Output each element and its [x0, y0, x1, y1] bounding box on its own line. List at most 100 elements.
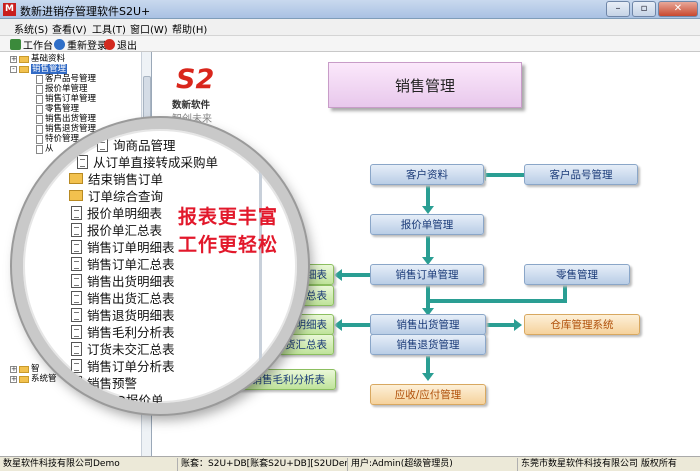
flow-sales-order[interactable]: 销售订单管理	[370, 264, 484, 285]
arrow-line	[426, 185, 430, 207]
tree-item-smart[interactable]: + 智	[10, 364, 40, 374]
brand-company: 数新软件	[172, 100, 211, 111]
document-icon	[71, 324, 82, 339]
tree-item-system-management[interactable]: + 系统管	[10, 374, 57, 384]
arrow-head-icon	[514, 319, 522, 331]
flow-return[interactable]: 销售退货管理	[370, 334, 486, 355]
flow-customer-data[interactable]: 客户资料	[370, 164, 484, 185]
document-icon	[97, 137, 108, 152]
tree-item-shipment[interactable]: 销售出货管理	[36, 114, 96, 124]
tree-item-retail[interactable]: 零售管理	[36, 104, 79, 114]
maximize-button[interactable]: ▫	[632, 1, 656, 17]
brand-logo: S2	[176, 64, 215, 95]
folder-icon	[69, 190, 83, 201]
document-icon	[36, 104, 43, 114]
flow-shipment[interactable]: 销售出货管理	[370, 314, 486, 335]
tree-item-label: 基础资料	[31, 54, 66, 64]
tree-item-label: 销售管理	[31, 64, 68, 74]
folder-icon	[19, 55, 29, 63]
tree-item-sales-management[interactable]: - 销售管理	[10, 64, 68, 74]
document-icon	[71, 375, 82, 390]
document-icon	[71, 341, 82, 356]
relogin-button[interactable]: 重新登录	[54, 37, 107, 52]
relogin-label: 重新登录	[67, 41, 107, 52]
arrow-head-icon	[422, 373, 434, 381]
document-icon	[36, 144, 43, 154]
tree-item-special-price[interactable]: 特价管理	[36, 134, 79, 144]
document-icon	[36, 84, 43, 94]
menu-help[interactable]: 帮助(H)	[172, 21, 207, 36]
arrow-line	[426, 356, 430, 374]
flow-retail[interactable]: 零售管理	[524, 264, 630, 285]
tree-item-label: 零售管理	[45, 104, 80, 114]
expand-icon[interactable]: +	[10, 375, 17, 383]
folder-icon	[69, 173, 83, 184]
document-icon	[77, 154, 88, 169]
module-title-banner: 销售管理	[328, 62, 522, 108]
tree-item-label: 从	[45, 144, 54, 154]
document-icon	[36, 74, 43, 84]
promo-line-1: 报表更丰富	[178, 206, 279, 228]
document-icon	[36, 94, 43, 104]
exit-label: 退出	[117, 41, 137, 52]
expand-icon[interactable]: +	[10, 365, 17, 373]
arrow-line	[430, 299, 567, 303]
arrow-head-icon	[334, 319, 342, 331]
status-company: 数星软件科技有限公司Demo	[0, 458, 178, 471]
tree-item-from[interactable]: 从	[36, 144, 54, 154]
magnifier-lens: 询商品管理 从订单直接转成采购单 结束销售订单 订单综合查询 报价单明细表 报价…	[12, 118, 308, 414]
flow-quote[interactable]: 报价单管理	[370, 214, 484, 235]
menu-window[interactable]: 窗口(W)	[130, 21, 168, 36]
tree-item-sales-order[interactable]: 销售订单管理	[36, 94, 96, 104]
title-bar: M 数新进销存管理软件S2U+ – ▫ ✕	[0, 0, 700, 19]
workbench-button[interactable]: 工作台	[10, 37, 53, 52]
expand-icon[interactable]: +	[10, 55, 17, 63]
status-user: 用户:Admin(超级管理员)	[348, 458, 518, 471]
folder-icon	[19, 365, 29, 373]
document-icon	[71, 205, 82, 220]
workbench-label: 工作台	[23, 41, 53, 52]
arrow-line	[426, 285, 430, 309]
window-controls: – ▫ ✕	[606, 1, 698, 17]
tree-item-label: 报价单管理	[45, 84, 88, 94]
lens-divider	[259, 129, 262, 403]
tree-item-label: 销售订单管理	[45, 94, 97, 104]
tree-item-label: 特价管理	[45, 134, 80, 144]
tree-item-label: 客户品号管理	[45, 74, 97, 84]
menu-tools[interactable]: 工具(T)	[92, 21, 126, 36]
tree-item-label: 销售出货管理	[45, 114, 97, 124]
document-icon	[36, 134, 43, 144]
exit-button[interactable]: 退出	[104, 37, 137, 52]
document-icon	[71, 239, 82, 254]
flow-warehouse[interactable]: 仓库管理系统	[524, 314, 640, 335]
status-bar: 数星软件科技有限公司Demo 账套：S2U+DB[账套S2U+DB][S2UDe…	[0, 456, 700, 471]
close-button[interactable]: ✕	[658, 1, 698, 17]
minimize-button[interactable]: –	[606, 1, 630, 17]
tree-item-quote[interactable]: 报价单管理	[36, 84, 88, 94]
collapse-icon[interactable]: -	[10, 65, 17, 73]
flow-customer-part[interactable]: 客户品号管理	[524, 164, 638, 185]
refresh-icon	[54, 39, 65, 50]
status-copyright: 东莞市数星软件科技有限公司 版权所有	[521, 459, 677, 469]
document-icon	[71, 290, 82, 305]
arrow-line	[426, 236, 430, 258]
promo-line-2: 工作更轻松	[178, 234, 279, 256]
menu-view[interactable]: 查看(V)	[52, 21, 87, 36]
folder-icon	[19, 375, 29, 383]
flow-ar-ap[interactable]: 应收/应付管理	[370, 384, 486, 405]
toolbar: 工作台 重新登录 退出	[0, 36, 700, 52]
status-account: 账套：S2U+DB[账套S2U+DB][S2UDemoDB]	[178, 458, 348, 471]
app-icon: M	[3, 3, 16, 16]
tree-item-customer-part[interactable]: 客户品号管理	[36, 74, 96, 84]
tree-item-label: 智	[31, 364, 40, 374]
document-icon	[36, 114, 43, 124]
arrow-head-icon	[334, 269, 342, 281]
arrow-line	[340, 323, 372, 327]
arrow-line	[340, 273, 372, 277]
menu-bar: 系统(S) 查看(V) 工具(T) 窗口(W) 帮助(H)	[0, 19, 700, 36]
tree-item-basic-data[interactable]: + 基础资料	[10, 54, 65, 64]
arrow-head-icon	[422, 206, 434, 214]
tree-item-return[interactable]: 销售退货管理	[36, 124, 96, 134]
document-icon	[71, 307, 82, 322]
menu-system[interactable]: 系统(S)	[14, 21, 48, 36]
